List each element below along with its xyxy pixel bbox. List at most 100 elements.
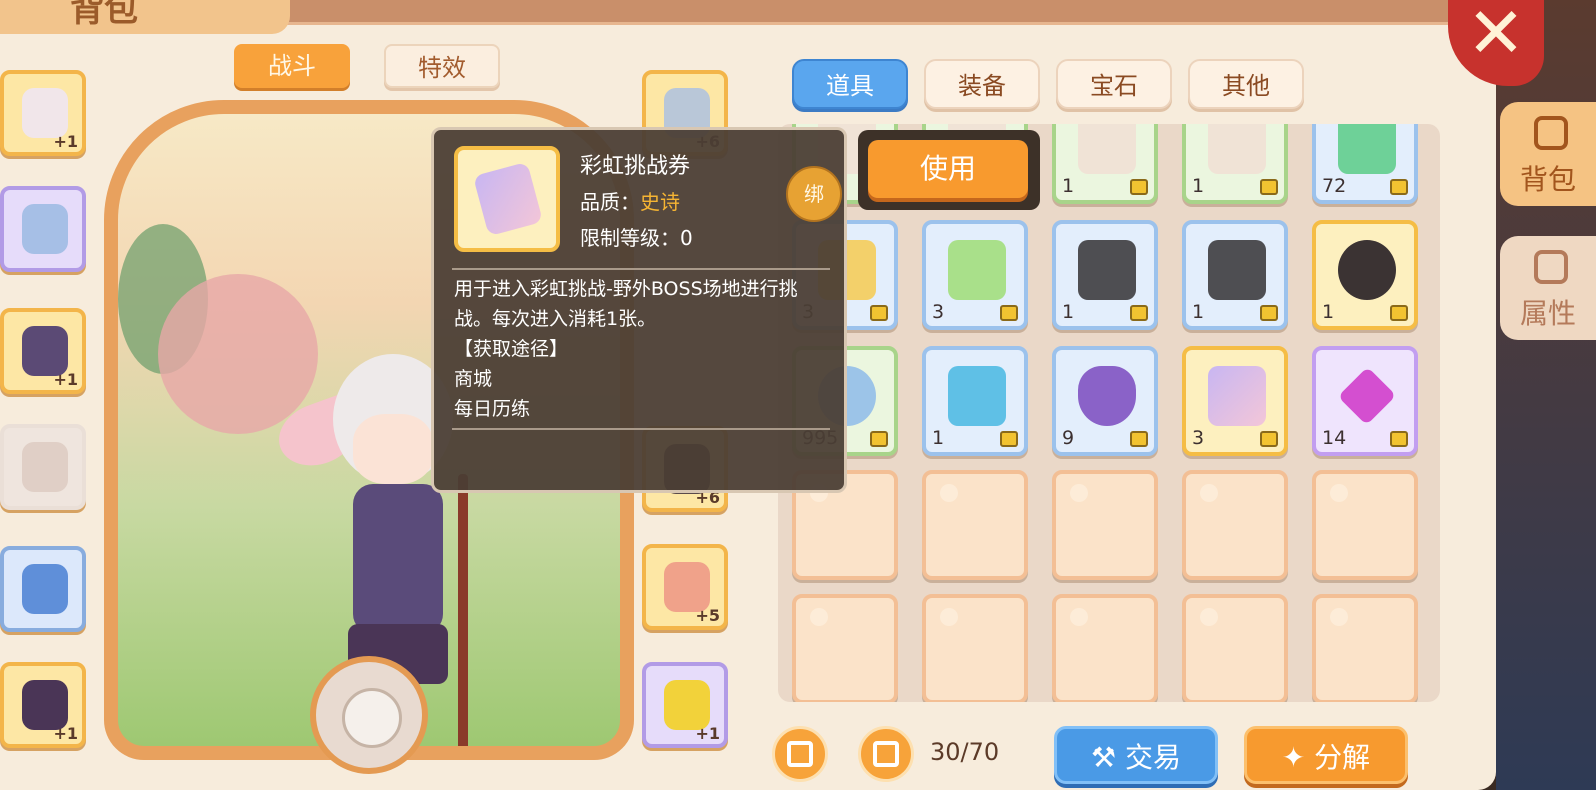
empty-slot[interactable] xyxy=(1312,594,1418,702)
tab-gems[interactable]: 宝石 xyxy=(1056,59,1172,109)
item-quality: 品质：史诗 xyxy=(580,186,680,215)
source-item: 商城 xyxy=(454,368,493,390)
home-button[interactable] xyxy=(772,726,828,782)
item-quantity: 3 xyxy=(932,301,945,323)
item-slot[interactable]: 1 xyxy=(1182,124,1288,204)
item-quantity: 72 xyxy=(1322,175,1347,197)
hammer-icon: ⚒ xyxy=(1090,741,1125,774)
lock-icon xyxy=(1390,431,1408,447)
divider xyxy=(452,268,830,270)
star-icon xyxy=(1200,608,1218,626)
enhance-level: +1 xyxy=(53,132,78,151)
empty-slot[interactable] xyxy=(922,594,1028,702)
item-quantity: 3 xyxy=(1192,427,1205,449)
tooltip-item-slot xyxy=(454,146,560,252)
item-slot[interactable]: 3 xyxy=(1182,346,1288,456)
ticket-icon xyxy=(1208,124,1266,174)
tab-other[interactable]: 其他 xyxy=(1188,59,1304,109)
lock-icon xyxy=(870,431,888,447)
enhance-level: +1 xyxy=(695,724,720,743)
quality-label: 品质： xyxy=(580,190,640,214)
item-description: 用于进入彩虹挑战-野外BOSS场地进行挑战。每次进入消耗1张。 【获取途径】 商… xyxy=(454,274,834,424)
quality-value: 史诗 xyxy=(640,190,680,214)
pet-icon xyxy=(342,688,402,748)
description-text: 用于进入彩虹挑战-野外BOSS场地进行挑战。每次进入消耗1张。 xyxy=(454,278,798,330)
item-quantity: 1 xyxy=(1062,301,1075,323)
tab-equipment[interactable]: 装备 xyxy=(924,59,1040,109)
purple-star-icon xyxy=(1337,366,1397,426)
tab-effects[interactable]: 特效 xyxy=(384,44,500,88)
helmet-icon xyxy=(22,88,68,138)
lock-icon xyxy=(1130,179,1148,195)
bag-icon xyxy=(1534,116,1568,150)
source-title: 【获取途径】 xyxy=(454,338,569,360)
tab-battle[interactable]: 战斗 xyxy=(234,44,350,88)
tab-items[interactable]: 道具 xyxy=(792,59,908,109)
empty-slot[interactable] xyxy=(1052,594,1158,702)
pet-avatar-button[interactable] xyxy=(310,656,428,774)
item-slot[interactable]: 72 xyxy=(1312,124,1418,204)
item-slot[interactable]: 1 xyxy=(1182,220,1288,330)
lock-icon xyxy=(1000,305,1018,321)
empty-slot[interactable] xyxy=(1182,594,1288,702)
use-button-frame: 使用 xyxy=(858,130,1040,210)
boots-icon xyxy=(22,680,68,730)
gear-slot-chest[interactable]: +1 xyxy=(0,308,86,394)
star-icon xyxy=(940,608,958,626)
background-blossom xyxy=(158,274,318,434)
gear-slot-shoes[interactable]: +1 xyxy=(642,662,728,748)
trade-button[interactable]: ⚒ 交易 xyxy=(1054,726,1218,784)
item-grid: 1 1 72 3 3 1 1 1 995 xyxy=(778,124,1440,702)
gear-slot-armor[interactable] xyxy=(0,186,86,272)
use-button[interactable]: 使用 xyxy=(868,140,1028,198)
rainbow-ticket-icon xyxy=(1208,366,1266,426)
item-slot[interactable]: 1 xyxy=(1052,220,1158,330)
item-quantity: 9 xyxy=(1062,427,1075,449)
empty-slot[interactable] xyxy=(792,594,898,702)
item-slot[interactable]: 1 xyxy=(1312,220,1418,330)
item-slot[interactable]: 1 xyxy=(1052,124,1158,204)
lock-icon xyxy=(870,305,888,321)
skill-book-icon xyxy=(948,240,1006,300)
side-tab-attributes[interactable]: 属性 xyxy=(1500,236,1596,340)
item-slot[interactable]: 3 xyxy=(922,220,1028,330)
book-icon xyxy=(1534,250,1568,284)
enhance-level: +1 xyxy=(53,724,78,743)
chest-armor-icon xyxy=(22,326,68,376)
black-rose-icon xyxy=(1338,240,1396,300)
empty-slot[interactable] xyxy=(1182,470,1288,580)
cloak-icon xyxy=(22,442,68,492)
sort-button[interactable] xyxy=(858,726,914,782)
empty-slot[interactable] xyxy=(1312,470,1418,580)
lock-icon xyxy=(1260,305,1278,321)
item-slot[interactable]: 14 xyxy=(1312,346,1418,456)
item-slot[interactable]: 9 xyxy=(1052,346,1158,456)
skull-shield-icon xyxy=(1078,366,1136,426)
item-quantity: 1 xyxy=(932,427,945,449)
level-requirement: 限制等级：0 xyxy=(580,226,693,250)
trade-label: 交易 xyxy=(1125,741,1182,774)
decompose-label: 分解 xyxy=(1314,741,1371,774)
lock-icon xyxy=(1260,431,1278,447)
gear-slot-gloves[interactable] xyxy=(0,546,86,632)
star-icon xyxy=(1200,484,1218,502)
empty-slot[interactable] xyxy=(922,470,1028,580)
empty-slot[interactable] xyxy=(1052,470,1158,580)
gear-slot-helmet[interactable]: +1 xyxy=(0,70,86,156)
gear-slot-boots[interactable]: +1 xyxy=(0,662,86,748)
star-icon xyxy=(1070,484,1088,502)
stone-tablet-icon xyxy=(1078,240,1136,300)
gear-slot-cloak[interactable] xyxy=(0,424,86,510)
star-icon xyxy=(1070,608,1088,626)
gloves-icon xyxy=(22,564,68,614)
stone-tablet-icon xyxy=(1208,240,1266,300)
decompose-button[interactable]: ✦ 分解 xyxy=(1244,726,1408,784)
page-title: 背包 xyxy=(0,0,290,34)
gear-slot-ring[interactable]: +5 xyxy=(642,544,728,630)
item-slot[interactable]: 1 xyxy=(922,346,1028,456)
item-quantity: 1 xyxy=(1062,175,1075,197)
star-icon xyxy=(940,484,958,502)
decompose-icon: ✦ xyxy=(1281,741,1315,774)
star-icon xyxy=(1330,608,1348,626)
side-tab-bag[interactable]: 背包 xyxy=(1500,102,1596,206)
